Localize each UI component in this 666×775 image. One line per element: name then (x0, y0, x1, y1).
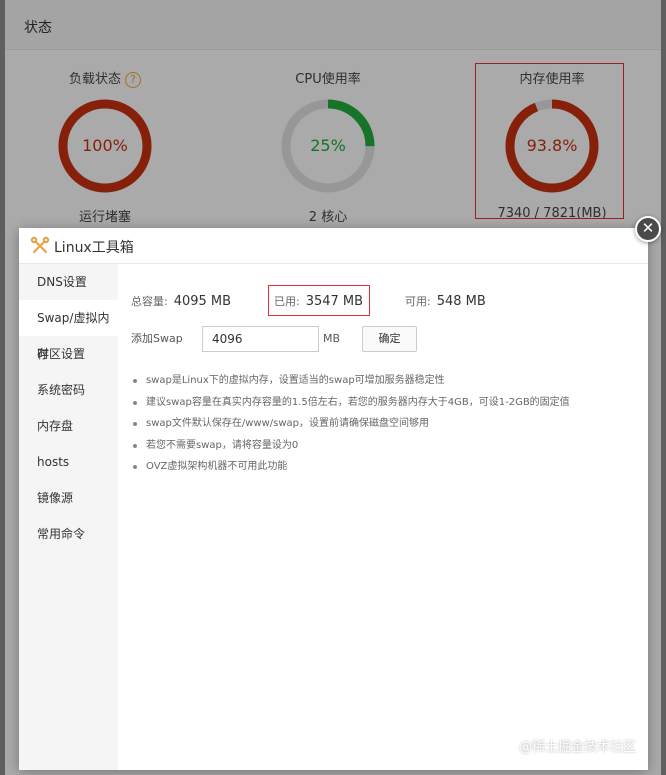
watermark: @稀土掘金技术社区 (519, 740, 637, 755)
tip-text: 建议swap容量在真实内存容量的1.5倍左右，若您的服务器内存大于4GB，可设1… (146, 396, 570, 408)
tip-item: swap文件默认保存在/www/swap，设置前请确保磁盘空间够用 (131, 413, 636, 435)
toolbox-sidebar: DNS设置 Swap/虚拟内存 时区设置 系统密码 内存盘 hosts 镜像源 … (19, 264, 118, 770)
swap-free-value: 548 MB (436, 294, 486, 309)
swap-free: 可用: 548 MB (405, 286, 486, 317)
sidebar-item-password[interactable]: 系统密码 (19, 372, 118, 408)
sidebar-item-commands[interactable]: 常用命令 (19, 516, 118, 552)
used-highlight-box (268, 285, 370, 316)
add-swap-label: 添加Swap (131, 332, 183, 345)
bullet-icon (133, 422, 137, 426)
sidebar-item-dns[interactable]: DNS设置 (19, 264, 118, 300)
linux-toolbox-modal: Linux工具箱 DNS设置 Swap/虚拟内存 时区设置 系统密码 内存盘 h… (19, 228, 648, 770)
sidebar-item-mirror[interactable]: 镜像源 (19, 480, 118, 516)
tip-text: swap文件默认保存在/www/swap，设置前请确保磁盘空间够用 (146, 418, 430, 429)
tip-text: swap是Linux下的虚拟内存，设置适当的swap可增加服务器稳定性 (146, 375, 445, 386)
sidebar-item-timezone[interactable]: 时区设置 (19, 336, 118, 372)
swap-tips: swap是Linux下的虚拟内存，设置适当的swap可增加服务器稳定性 建议sw… (131, 370, 636, 478)
tip-text: OVZ虚拟架构机器不可用此功能 (146, 461, 288, 472)
confirm-button[interactable]: 确定 (362, 326, 417, 352)
tip-item: OVZ虚拟架构机器不可用此功能 (131, 456, 636, 478)
bullet-icon (133, 465, 137, 469)
sidebar-item-ramdisk[interactable]: 内存盘 (19, 408, 118, 444)
swap-total-value: 4095 MB (173, 294, 232, 309)
tip-item: 若您不需要swap，请将容量设为0 (131, 435, 636, 457)
swap-total-label: 总容量: (131, 295, 168, 308)
modal-title: Linux工具箱 (54, 240, 134, 256)
bullet-icon (133, 379, 137, 383)
sidebar-item-hosts[interactable]: hosts (19, 444, 118, 480)
swap-panel: 总容量: 4095 MB 已用: 3547 MB 可用: 548 MB 添加Swap … (118, 264, 648, 770)
bullet-icon (133, 400, 137, 405)
swap-size-input[interactable]: 4096 (202, 326, 319, 352)
swap-total: 总容量: 4095 MB (131, 286, 231, 317)
sidebar-item-swap[interactable]: Swap/虚拟内存 (19, 300, 118, 361)
tip-text: 若您不需要swap，请将容量设为0 (146, 439, 299, 451)
tip-item: swap是Linux下的虚拟内存，设置适当的swap可增加服务器稳定性 (131, 370, 636, 392)
tip-item: 建议swap容量在真实内存容量的1.5倍左右，若您的服务器内存大于4GB，可设1… (131, 392, 636, 414)
tools-icon (30, 236, 50, 253)
close-icon[interactable]: ✕ (635, 216, 661, 242)
swap-unit: MB (323, 332, 341, 345)
bullet-icon (133, 443, 137, 448)
modal-header: Linux工具箱 (19, 228, 648, 264)
swap-free-label: 可用: (405, 295, 431, 308)
